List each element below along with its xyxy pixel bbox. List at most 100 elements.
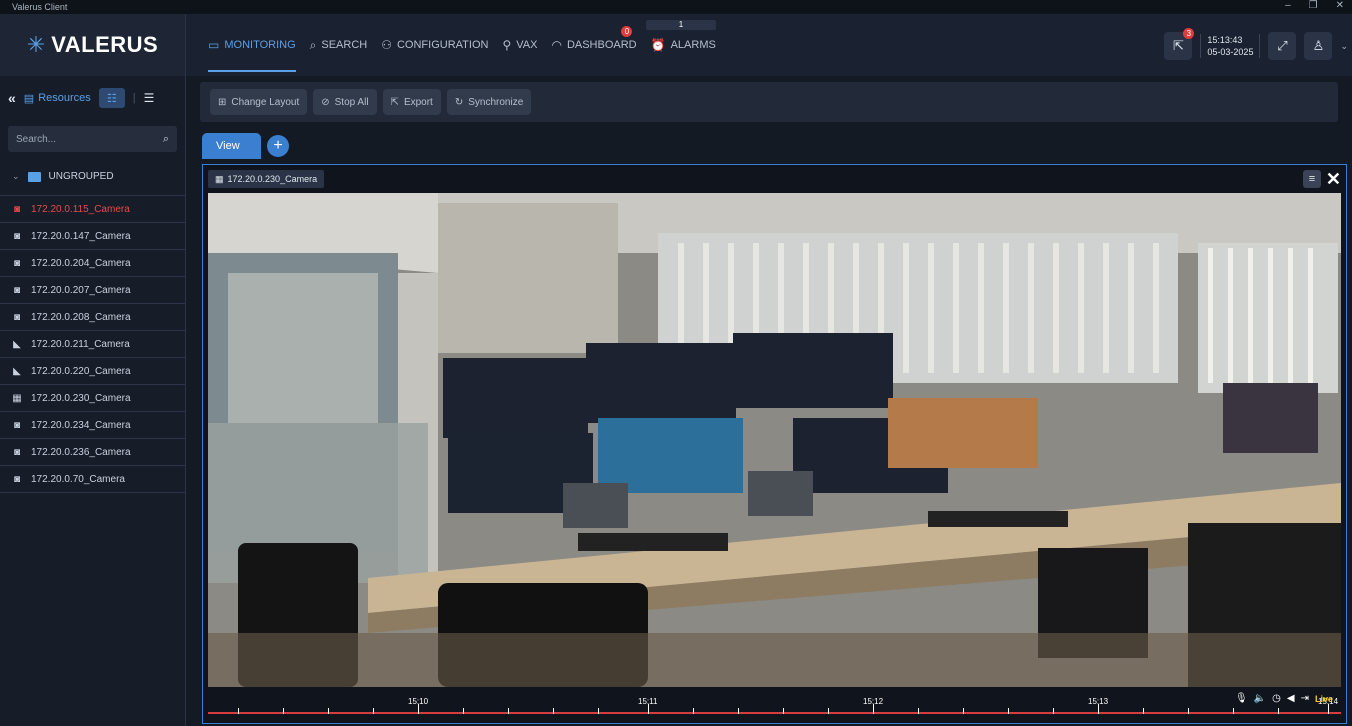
nav-configuration-label: CONFIGURATION — [396, 39, 489, 51]
menu-icon[interactable]: ≡ — [1302, 170, 1321, 188]
camera-item[interactable]: ◙ 172.20.0.234_Camera — [0, 412, 185, 439]
dome-camera-icon: ◙ — [13, 203, 21, 215]
minimize-icon[interactable]: – — [1285, 0, 1291, 11]
export-queue-button[interactable]: ⇱ 3 — [1164, 28, 1195, 60]
camera-item[interactable]: ◙ 172.20.0.208_Camera — [0, 304, 185, 331]
camera-label: 172.20.0.236_Camera — [31, 446, 131, 458]
nav-dashboard[interactable]: ◠ DASHBOARD 0 — [551, 14, 637, 76]
camera-item[interactable]: ◙ 172.20.0.236_Camera — [0, 439, 185, 466]
view-tabs: View + — [202, 133, 289, 159]
tab-counter[interactable]: 1 — [646, 20, 716, 30]
microphone-icon[interactable]: 🎙 — [1235, 693, 1248, 704]
camera-item[interactable]: ◙ 172.20.0.115_Camera — [0, 196, 185, 223]
close-window-icon[interactable]: ✕ — [1336, 0, 1344, 11]
stop-all-button[interactable]: ⊘ Stop All — [313, 89, 377, 115]
nav-search-label: SEARCH — [321, 39, 368, 51]
fullscreen-button[interactable]: ⤢ — [1268, 32, 1297, 60]
timeline-tick — [1233, 708, 1234, 714]
camera-label: 172.20.0.230_Camera — [31, 392, 131, 404]
nav-search[interactable]: ⌕ SEARCH — [310, 14, 368, 76]
nav-monitoring[interactable]: ▭ MONITORING — [208, 14, 296, 76]
user-menu-button[interactable]: ♙ — [1304, 32, 1333, 60]
playback-controls: 🎙 🔈 ◷ ◀ ⇥ Live — [1235, 693, 1333, 704]
resources-tab[interactable]: ▤ Resources — [24, 92, 91, 105]
resources-label: Resources — [38, 92, 91, 104]
expand-icon: ⤢ — [1277, 38, 1288, 53]
list-view-icon[interactable]: ☰ — [144, 91, 155, 105]
export-icon: ⇱ — [390, 96, 399, 108]
camera-item[interactable]: ◙ 172.20.0.204_Camera — [0, 250, 185, 277]
export-button[interactable]: ⇱ Export — [382, 89, 441, 115]
synchronize-label: Synchronize — [468, 96, 524, 108]
grid-icon: ⊞ — [218, 96, 227, 108]
nav-monitoring-label: MONITORING — [224, 39, 296, 51]
export-icon: ⇱ — [1172, 38, 1184, 53]
timeline-tick — [783, 708, 784, 714]
timeline-track[interactable] — [208, 712, 1341, 714]
window-title: Valerus Client — [12, 2, 68, 12]
timeline-tick — [1328, 704, 1329, 714]
tab-view[interactable]: View — [202, 133, 261, 159]
stop-all-label: Stop All — [334, 96, 369, 108]
video-viewport[interactable]: ▦ 172.20.0.230_Camera ≡ ✕ 15:10 15:11 15… — [202, 164, 1347, 724]
app-header: ✳ VALERUS ▭ MONITORING ⌕ SEARCH ⚇ CONFIG… — [0, 14, 1352, 76]
camera-item[interactable]: ◣ 172.20.0.220_Camera — [0, 358, 185, 385]
tree-view-toggle[interactable]: ☷ — [98, 88, 125, 108]
viewport-header: ▦ 172.20.0.230_Camera ≡ ✕ — [208, 168, 1341, 190]
vax-icon: ⚲ — [502, 38, 512, 52]
clock-icon[interactable]: ◷ — [1272, 693, 1281, 704]
search-icon: ⌕ — [309, 37, 317, 52]
rewind-icon[interactable]: ◀ — [1287, 693, 1295, 704]
collapse-sidebar-icon[interactable]: « — [8, 90, 16, 106]
bullet-camera-icon: ◣ — [13, 365, 21, 377]
clock-time: 15:13:43 — [1207, 35, 1243, 45]
chevron-down-icon[interactable]: ⌄ — [1340, 41, 1348, 52]
synchronize-button[interactable]: ↻ Synchronize — [446, 89, 532, 115]
group-ungrouped[interactable]: ⌄ UNGROUPED — [0, 158, 185, 196]
timeline-tick — [1278, 708, 1279, 714]
camera-feed[interactable] — [208, 193, 1341, 687]
camera-item[interactable]: ▦ 172.20.0.230_Camera — [0, 385, 185, 412]
user-icon: ♙ — [1312, 38, 1325, 53]
playback-timeline[interactable]: 15:10 15:11 15:12 15:13 15:14 🎙 🔈 ◷ ◀ ⇥ … — [208, 690, 1341, 720]
change-layout-button[interactable]: ⊞ Change Layout — [210, 89, 308, 115]
search-icon[interactable]: ⌕ — [163, 133, 169, 146]
timeline-tick — [283, 708, 284, 714]
layout-toolbar: ⊞ Change Layout ⊘ Stop All ⇱ Export ↻ Sy… — [200, 82, 1338, 122]
camera-item[interactable]: ◙ 172.20.0.207_Camera — [0, 277, 185, 304]
chevron-down-icon[interactable]: ⌄ — [12, 171, 20, 182]
camera-label: 172.20.0.220_Camera — [31, 365, 131, 377]
timeline-tick — [553, 708, 554, 714]
camera-item[interactable]: ◙ 172.20.0.147_Camera — [0, 223, 185, 250]
alarm-icon: ⏰ — [650, 38, 666, 52]
live-indicator[interactable]: Live — [1315, 694, 1333, 704]
timeline-tick — [598, 708, 599, 714]
export-badge: 3 — [1183, 28, 1195, 39]
clock: 15:13:43 05-03-2025 — [1200, 34, 1261, 58]
search-input[interactable] — [16, 133, 146, 145]
camera-label: 172.20.0.207_Camera — [31, 284, 131, 296]
export-label: Export — [403, 96, 433, 108]
timeline-tick — [1053, 708, 1054, 714]
dome-camera-icon: ◙ — [13, 446, 21, 458]
timeline-tick — [463, 708, 464, 714]
camera-label: 172.20.0.211_Camera — [31, 338, 130, 350]
nav-configuration[interactable]: ⚇ CONFIGURATION — [381, 14, 488, 76]
camera-item[interactable]: ◙ 172.20.0.70_Camera — [0, 466, 185, 493]
speaker-icon[interactable]: 🔈 — [1254, 693, 1266, 704]
skip-end-icon[interactable]: ⇥ — [1301, 693, 1309, 704]
close-icon[interactable]: ✕ — [1326, 169, 1341, 190]
header-actions: ⇱ 3 15:13:43 05-03-2025 ⤢ ♙ ⌄ — [1164, 28, 1348, 64]
monitor-icon: ▭ — [208, 38, 220, 52]
dome-camera-icon: ◙ — [13, 419, 21, 431]
divider: | — [132, 92, 136, 104]
dome-camera-icon: ◙ — [13, 473, 21, 485]
timeline-tick — [418, 704, 419, 714]
restore-icon[interactable]: ❐ — [1309, 0, 1318, 11]
add-tab-button[interactable]: + — [267, 135, 289, 157]
resources-sidebar: « ▤ Resources ☷ | ☰ ⌕ ⌄ UNGROUPED ◙ 172.… — [0, 76, 186, 726]
camera-item[interactable]: ◣ 172.20.0.211_Camera — [0, 331, 185, 358]
nav-vax[interactable]: ⚲ VAX — [502, 14, 537, 76]
timeline-tick — [1143, 708, 1144, 714]
timeline-tick — [508, 708, 509, 714]
